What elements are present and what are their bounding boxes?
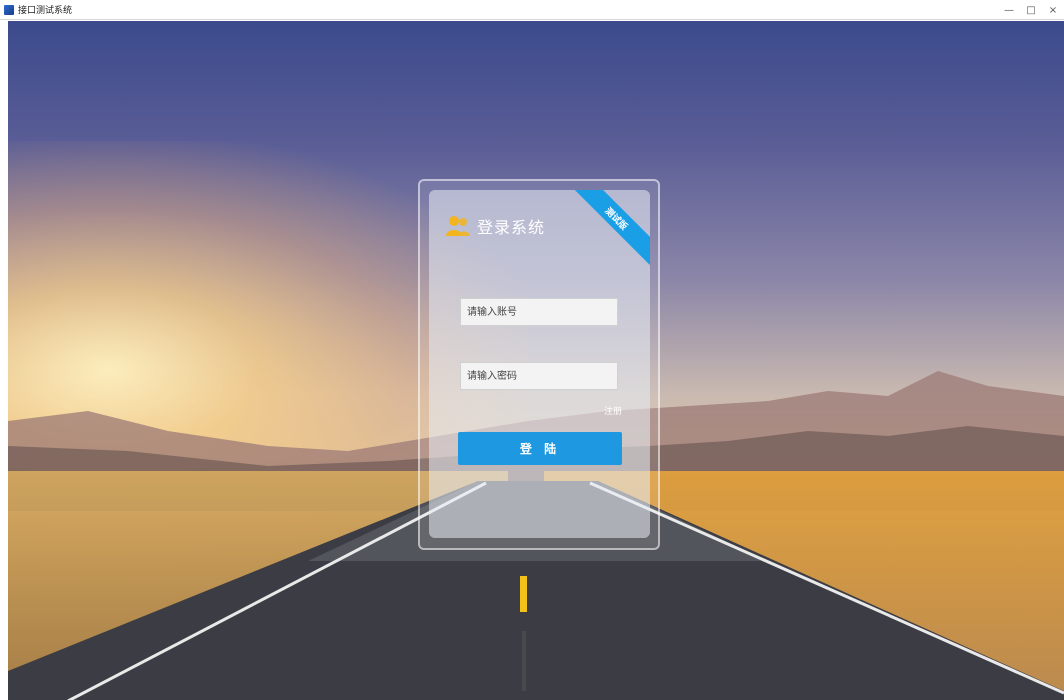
password-input[interactable] (460, 362, 618, 390)
login-title: 登录系统 (477, 218, 546, 237)
app-icon (4, 4, 14, 15)
close-button[interactable]: × (1042, 0, 1064, 20)
minimize-button[interactable]: — (998, 0, 1020, 20)
version-ribbon: 测试版 (563, 190, 650, 272)
window-titlebar: 接口测试系统 — □ × (0, 0, 1064, 20)
window-title: 接口测试系统 (18, 6, 73, 16)
login-card: 测试版 登录系统 注册 登 陆 (429, 190, 650, 538)
register-link[interactable]: 注册 (604, 404, 622, 417)
login-header: 登录系统 (445, 214, 545, 238)
window-controls: — □ × (998, 0, 1064, 20)
user-group-icon (446, 216, 470, 236)
login-button[interactable]: 登 陆 (458, 432, 622, 465)
maximize-button[interactable]: □ (1020, 0, 1042, 20)
username-input[interactable] (460, 298, 618, 326)
